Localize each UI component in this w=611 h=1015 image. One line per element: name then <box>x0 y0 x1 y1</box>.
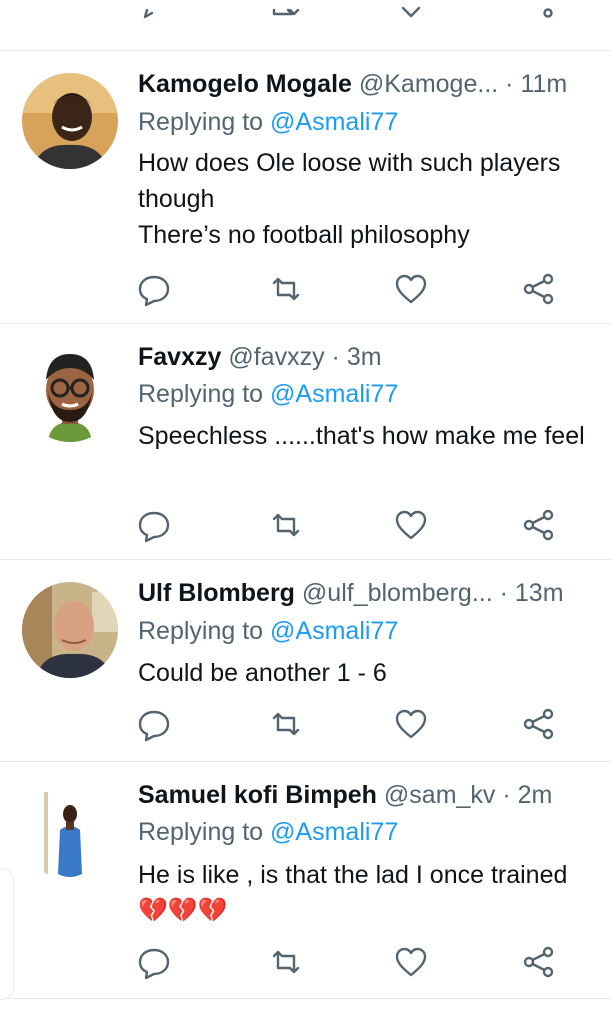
replying-to: Replying to @Asmali77 <box>138 105 398 139</box>
separator: · <box>331 343 340 371</box>
share-icon[interactable] <box>520 944 556 980</box>
share-icon[interactable] <box>520 271 556 307</box>
like-icon[interactable] <box>393 944 429 980</box>
retweet-icon[interactable] <box>268 271 304 307</box>
retweet-icon[interactable] <box>268 944 304 980</box>
tweet-text: He is like , is that the lad I once trai… <box>138 861 568 889</box>
separator: · <box>502 781 511 809</box>
tweet-text: How does Ole loose with such players tho… <box>138 149 561 249</box>
mention-link[interactable]: @Asmali77 <box>270 108 398 136</box>
tweet[interactable]: Kamogelo Mogale @Kamoge... · 11m Replyin… <box>0 51 611 324</box>
retweet-icon[interactable] <box>268 706 304 742</box>
author-handle[interactable]: @sam_kv <box>384 781 496 809</box>
share-icon[interactable] <box>520 706 556 742</box>
share-icon[interactable] <box>520 0 556 22</box>
replying-label: Replying to <box>138 818 264 846</box>
share-icon[interactable] <box>520 507 556 543</box>
avatar[interactable] <box>22 346 118 442</box>
replying-to: Replying to @Asmali77 <box>138 614 398 648</box>
tweet-actions <box>0 706 611 742</box>
reply-icon[interactable] <box>136 271 172 307</box>
replying-label: Replying to <box>138 108 264 136</box>
avatar[interactable] <box>22 784 118 880</box>
avatar[interactable] <box>22 73 118 169</box>
timestamp[interactable]: 13m <box>515 579 564 607</box>
timestamp[interactable]: 11m <box>520 70 567 98</box>
author-name[interactable]: Ulf Blomberg <box>138 579 295 607</box>
previous-tweet-actions <box>0 0 611 51</box>
retweet-icon[interactable] <box>268 507 304 543</box>
timestamp[interactable]: 2m <box>518 781 553 809</box>
mention-link[interactable]: @Asmali77 <box>270 818 398 846</box>
author-handle[interactable]: @ulf_blomberg... <box>302 579 493 607</box>
replying-label: Replying to <box>138 380 264 408</box>
timestamp[interactable]: 3m <box>347 343 382 371</box>
tweet-emoji: 💔💔💔 <box>138 897 228 924</box>
reply-icon[interactable] <box>136 944 172 980</box>
reply-icon[interactable] <box>136 706 172 742</box>
separator: · <box>505 70 514 98</box>
retweet-icon[interactable] <box>268 0 304 22</box>
edge-panel-handle[interactable] <box>0 868 14 1000</box>
author-name[interactable]: Samuel kofi Bimpeh <box>138 781 377 809</box>
like-icon[interactable] <box>393 706 429 742</box>
replying-label: Replying to <box>138 617 264 645</box>
like-icon[interactable] <box>393 507 429 543</box>
author-name[interactable]: Kamogelo Mogale <box>138 70 352 98</box>
avatar[interactable] <box>22 582 118 678</box>
like-icon[interactable] <box>393 0 429 22</box>
tweet[interactable]: Favxzy @favxzy · 3m Replying to @Asmali7… <box>0 324 611 560</box>
like-icon[interactable] <box>393 271 429 307</box>
mention-link[interactable]: @Asmali77 <box>270 617 398 645</box>
tweet-actions <box>0 507 611 543</box>
reply-icon[interactable] <box>136 507 172 543</box>
replying-to: Replying to @Asmali77 <box>138 377 398 411</box>
tweet-text: Could be another 1 - 6 <box>138 659 387 687</box>
separator: · <box>499 579 508 607</box>
tweet-text: Speechless ......that's how make me feel <box>138 422 585 450</box>
tweet-actions <box>0 271 611 307</box>
author-handle[interactable]: @favxzy <box>228 343 324 371</box>
author-name[interactable]: Favxzy <box>138 343 221 371</box>
tweet-actions <box>0 944 611 980</box>
replying-to: Replying to @Asmali77 <box>138 815 398 849</box>
tweet[interactable]: Samuel kofi Bimpeh @sam_kv · 2m Replying… <box>0 762 611 999</box>
reply-icon[interactable] <box>136 0 172 22</box>
mention-link[interactable]: @Asmali77 <box>270 380 398 408</box>
tweet[interactable]: Ulf Blomberg @ulf_blomberg... · 13m Repl… <box>0 560 611 762</box>
author-handle[interactable]: @Kamoge... <box>359 70 498 98</box>
